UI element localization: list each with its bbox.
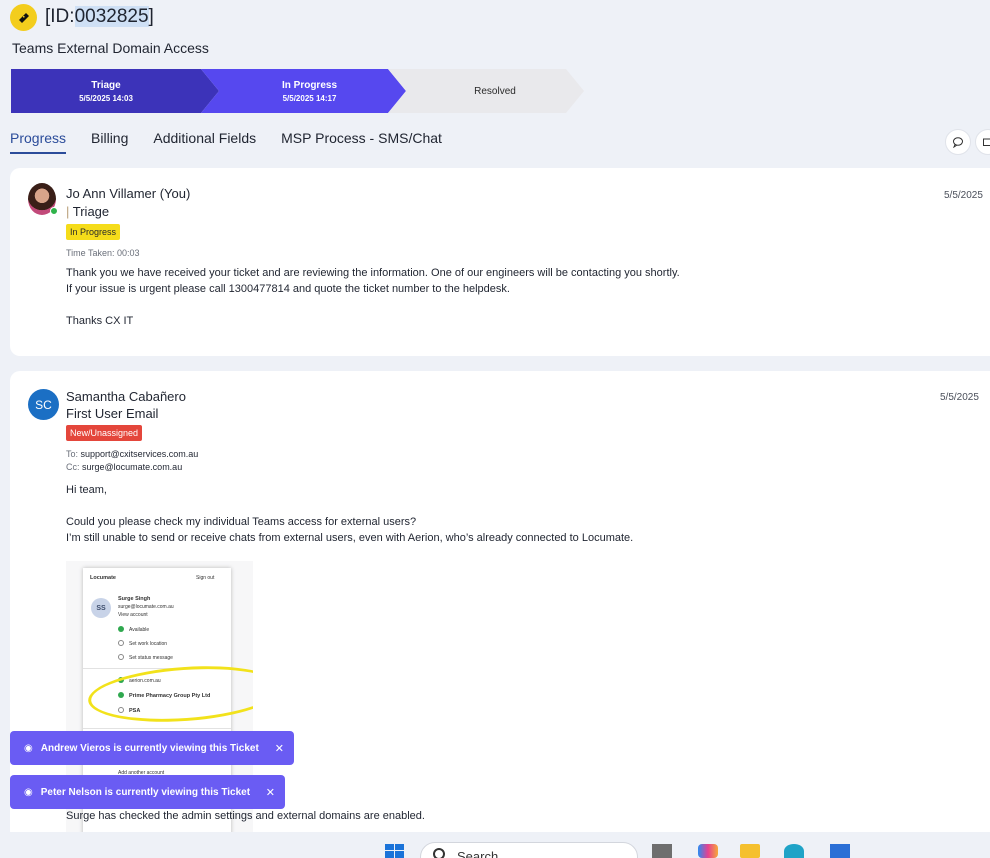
time-taken: Time Taken: 00:03 xyxy=(66,248,140,258)
stage-in-progress[interactable]: In Progress 5/5/2025 14:17 xyxy=(201,69,406,113)
message-icon xyxy=(118,654,124,660)
account-avatar: SS xyxy=(91,598,111,618)
status-badge: New/Unassigned xyxy=(66,425,143,441)
toast-message: Andrew Vieros is currently viewing this … xyxy=(40,742,259,754)
search-label: Search xyxy=(457,849,499,858)
tab-msp-process[interactable]: MSP Process - SMS/Chat xyxy=(281,130,442,154)
close-icon[interactable]: ✕ xyxy=(275,742,284,755)
status-badge: In Progress xyxy=(66,224,121,240)
viewer-toast: ◉ Andrew Vieros is currently viewing thi… xyxy=(10,731,294,765)
org-name: Locumate xyxy=(90,575,116,581)
search-icon xyxy=(433,848,445,858)
tab-progress[interactable]: Progress xyxy=(10,130,67,154)
ticket-id: [ID:0032825] xyxy=(45,6,154,27)
taskbar: Search xyxy=(0,832,990,858)
store-icon[interactable] xyxy=(830,844,850,858)
taskbar-search[interactable]: Search xyxy=(420,842,638,858)
divider xyxy=(83,728,231,729)
email-button[interactable] xyxy=(975,129,990,155)
mail-icon xyxy=(983,138,990,146)
stage-resolved[interactable]: Resolved xyxy=(388,69,584,113)
entry-stage: | Triage xyxy=(66,204,110,219)
status-available: Available xyxy=(129,627,150,633)
online-status-dot xyxy=(50,207,58,215)
ticket-title: Teams External Domain Access xyxy=(12,40,209,56)
stage-progress: Triage 5/5/2025 14:03 In Progress 5/5/2025… xyxy=(11,69,591,113)
windows-start-icon[interactable] xyxy=(385,844,405,858)
timeline-entry: SC Samantha Cabañero First User Email Ne… xyxy=(10,371,990,841)
ticket-icon xyxy=(10,4,37,31)
sign-out-link: Sign out xyxy=(196,575,215,581)
viewer-toast: ◉ Peter Nelson is currently viewing this… xyxy=(10,775,285,809)
entry-body: Thank you we have received your ticket a… xyxy=(66,267,680,327)
account-email: surge@locumate.com.au xyxy=(118,604,174,610)
entry-date: 5/5/2025 xyxy=(940,392,979,403)
ticket-number: 0032825 xyxy=(74,6,149,27)
chat-bubble-icon xyxy=(953,137,963,148)
toast-message: Peter Nelson is currently viewing this T… xyxy=(40,786,251,798)
entry-author: Samantha Cabañero xyxy=(66,389,186,404)
email-greeting: Hi team, xyxy=(66,484,107,496)
tab-additional-fields[interactable]: Additional Fields xyxy=(153,130,256,154)
email-body: Could you please check my individual Tea… xyxy=(66,516,634,544)
email-to: To: support@cxitservices.com.au xyxy=(66,449,199,459)
task-view-icon[interactable] xyxy=(652,844,672,858)
close-icon[interactable]: ✕ xyxy=(266,786,275,799)
edge-icon[interactable] xyxy=(784,844,804,858)
ticket-tabs: Progress Billing Additional Fields MSP P… xyxy=(10,130,467,154)
email-cc: Cc: surge@locumate.com.au xyxy=(66,462,183,472)
eye-icon: ◉ xyxy=(24,742,33,754)
status-message-item: Set status message xyxy=(129,655,173,661)
account-name: Surge Singh xyxy=(118,596,151,602)
available-check-icon xyxy=(118,626,124,632)
view-account-link: View account xyxy=(118,612,148,618)
comment-button[interactable] xyxy=(945,129,971,155)
work-location-item: Set work location xyxy=(129,641,168,647)
tab-billing[interactable]: Billing xyxy=(91,130,128,154)
avatar: SC xyxy=(28,389,59,420)
entry-date: 5/5/2025 xyxy=(944,190,983,201)
stage-triage[interactable]: Triage 5/5/2025 14:03 xyxy=(11,69,219,113)
email-footer-line: Surge has checked the admin settings and… xyxy=(66,810,425,822)
entry-author: Jo Ann Villamer (You) xyxy=(66,186,191,201)
eye-icon: ◉ xyxy=(24,786,33,798)
copilot-icon[interactable] xyxy=(698,844,718,858)
timeline-entry: Jo Ann Villamer (You) | Triage In Progre… xyxy=(10,168,990,356)
location-icon xyxy=(118,640,124,646)
entry-subject: First User Email xyxy=(66,406,159,421)
file-explorer-icon[interactable] xyxy=(740,844,760,858)
